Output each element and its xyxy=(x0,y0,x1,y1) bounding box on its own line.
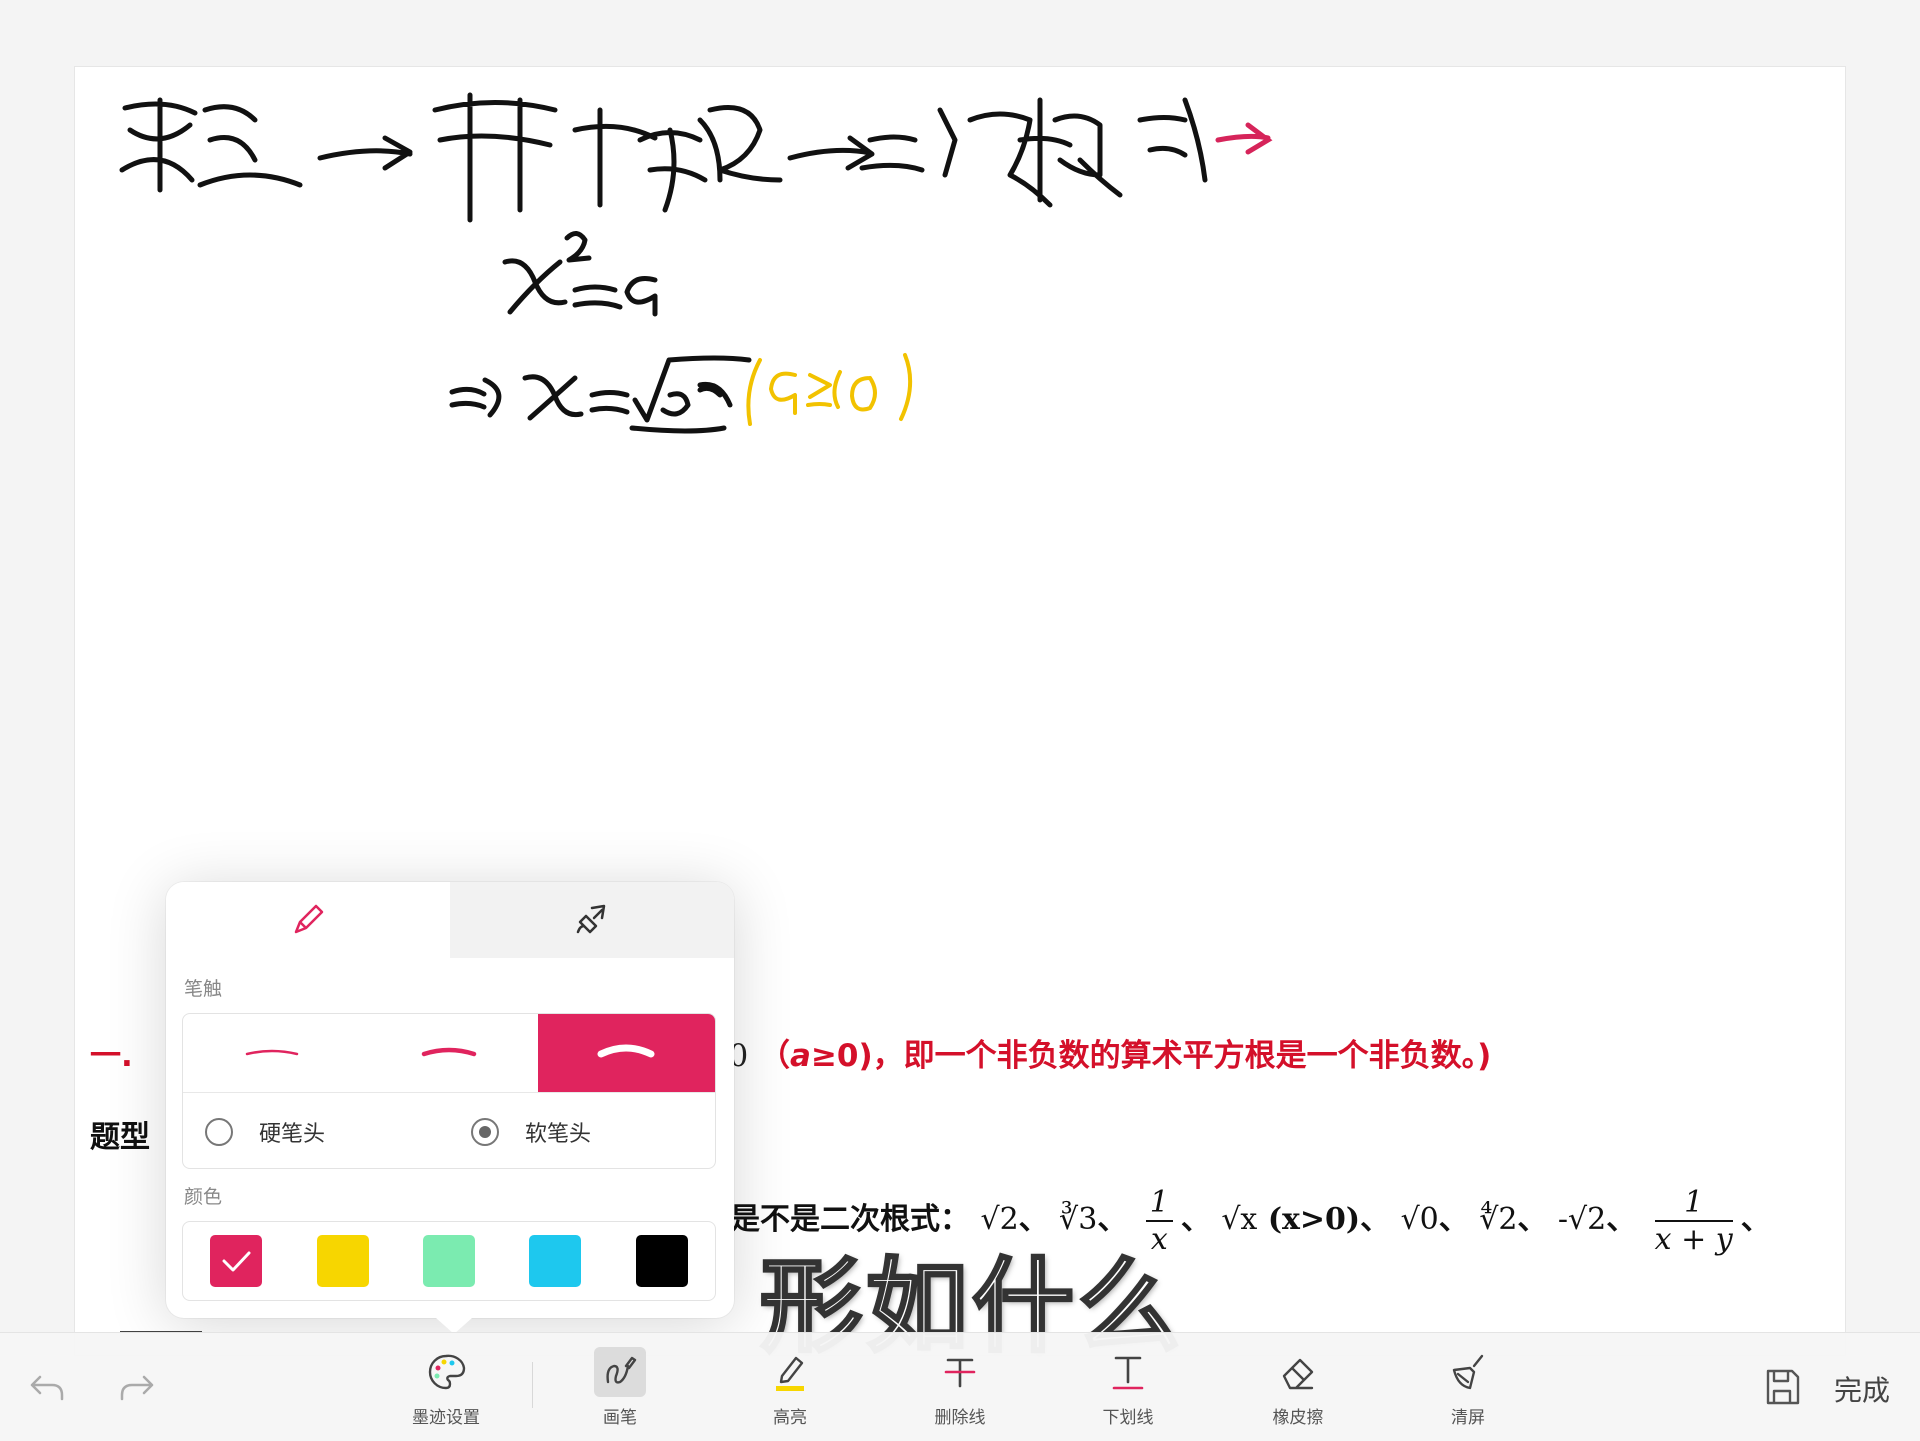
color-selector xyxy=(182,1221,716,1301)
redo-button[interactable] xyxy=(114,1333,158,1441)
done-button[interactable]: 完成 xyxy=(1834,1369,1890,1409)
clear-screen-label: 清屏 xyxy=(1451,1407,1485,1428)
strikethrough-button[interactable]: 删除线 xyxy=(934,1333,986,1441)
question-item-4rt2: ∜2 xyxy=(1479,1202,1518,1237)
pen-label: 画笔 xyxy=(603,1407,637,1428)
frac1-denominator: x xyxy=(1150,1222,1168,1257)
stroke-option-thick[interactable] xyxy=(537,1014,715,1092)
question-frac-1: 1x xyxy=(1145,1185,1173,1257)
highlight-button[interactable]: 高亮 xyxy=(764,1333,816,1441)
question-sep: 、 xyxy=(1438,1202,1469,1237)
color-swatch-cyan[interactable] xyxy=(529,1235,582,1287)
underline-label: 下划线 xyxy=(1102,1407,1154,1428)
question-sep: 、 xyxy=(1606,1202,1637,1237)
question-frac-2: 1x + y xyxy=(1654,1185,1733,1257)
ink-settings-popover: 笔触 硬笔头 软笔头 颜色 xyxy=(166,882,734,1334)
save-button[interactable] xyxy=(1760,1333,1804,1441)
question-line: 是不是二次根式： √2、 ∛3、 1 x、 √x (x>0)、 √0、 ∜2、 -… xyxy=(730,1185,1771,1257)
stroke-selector: 硬笔头 软笔头 xyxy=(182,1013,716,1169)
scribble-pen-icon xyxy=(594,1346,646,1397)
section-heading-2: 题型 xyxy=(90,1112,150,1156)
color-swatch-green[interactable] xyxy=(422,1235,475,1287)
strikethrough-label: 删除线 xyxy=(934,1407,986,1428)
undo-icon xyxy=(30,1375,64,1401)
question-item-sqrt2: √2 xyxy=(980,1202,1019,1237)
question-sep: 、 xyxy=(1517,1202,1548,1237)
clear-screen-button[interactable]: 清屏 xyxy=(1442,1333,1494,1441)
tab-brush[interactable] xyxy=(450,882,734,958)
question-sep: 、 xyxy=(1360,1202,1391,1237)
highlighter-icon xyxy=(764,1347,816,1397)
popover-tabs xyxy=(166,882,734,958)
underline-icon xyxy=(1102,1347,1154,1397)
checkmark-icon xyxy=(222,1251,251,1272)
tip-hard-option[interactable]: 硬笔头 xyxy=(183,1116,449,1148)
ink-settings-button[interactable]: 墨迹设置 xyxy=(412,1333,480,1441)
tab-pen[interactable] xyxy=(166,882,450,958)
question-lead: 是不是二次根式： xyxy=(730,1202,970,1237)
tip-soft-option[interactable]: 软笔头 xyxy=(449,1116,715,1148)
color-swatch-black[interactable] xyxy=(635,1235,688,1287)
stroke-option-thin[interactable] xyxy=(183,1014,360,1092)
ink-settings-label: 墨迹设置 xyxy=(412,1407,480,1428)
heading1-condition-open: （ xyxy=(759,1038,791,1074)
broom-icon xyxy=(1442,1347,1494,1397)
palette-icon xyxy=(420,1347,472,1397)
color-swatch-yellow[interactable] xyxy=(316,1235,369,1287)
question-sep: 、 xyxy=(1180,1202,1211,1237)
annotation-toolbar: 墨迹设置 画笔 高亮 删除线 下划线 橡皮擦 清屏 xyxy=(0,1332,1920,1441)
question-item-neg-sqrt2: -√2 xyxy=(1557,1202,1607,1237)
question-item-sqrt0: √0 xyxy=(1400,1202,1439,1237)
question-sep: 、 xyxy=(1740,1202,1771,1237)
underline-button[interactable]: 下划线 xyxy=(1102,1333,1154,1441)
save-icon xyxy=(1766,1369,1800,1405)
heading1-condition-rest: ≥0)，即一个非负数的算术平方根是一个非负数。) xyxy=(810,1038,1492,1074)
frac2-denominator: x + y xyxy=(1654,1222,1733,1257)
heading1-prefix: 一. xyxy=(90,1038,144,1074)
stroke-options xyxy=(183,1014,715,1093)
toolbar-divider xyxy=(532,1362,533,1408)
eraser-label: 橡皮擦 xyxy=(1272,1407,1324,1428)
frac2-numerator: 1 xyxy=(1654,1185,1733,1222)
heading2-text: 题型 xyxy=(90,1120,150,1155)
strikethrough-icon xyxy=(934,1347,986,1397)
stroke-label: 笔触 xyxy=(184,978,223,1000)
frac1-numerator: 1 xyxy=(1145,1185,1173,1222)
eraser-button[interactable]: 橡皮擦 xyxy=(1272,1333,1324,1441)
tip-hard-label: 硬笔头 xyxy=(259,1121,326,1147)
redo-icon xyxy=(120,1375,154,1401)
color-swatch-pink[interactable] xyxy=(210,1235,263,1287)
question-sep: 、 xyxy=(1097,1202,1128,1237)
stroke-medium-icon xyxy=(421,1047,477,1057)
question-item-cbrt3: ∛3 xyxy=(1059,1202,1098,1237)
pen-icon xyxy=(294,904,324,934)
question-item-sqrtx: √x xyxy=(1221,1202,1258,1237)
eraser-icon xyxy=(1272,1347,1324,1397)
tip-soft-radio[interactable] xyxy=(471,1117,499,1146)
brush-icon xyxy=(576,904,606,934)
pen-button[interactable]: 画笔 xyxy=(594,1333,646,1441)
heading1-condition-var: a xyxy=(790,1038,811,1074)
question-item-condition: (x>0) xyxy=(1267,1202,1361,1237)
question-sep: 、 xyxy=(1018,1202,1049,1237)
tip-hard-radio[interactable] xyxy=(205,1117,233,1146)
color-label: 颜色 xyxy=(184,1186,223,1208)
undo-button[interactable] xyxy=(26,1333,70,1441)
pen-tip-options: 硬笔头 软笔头 xyxy=(183,1093,715,1168)
stroke-thick-icon xyxy=(597,1044,655,1058)
stroke-thin-icon xyxy=(245,1049,298,1056)
highlight-label: 高亮 xyxy=(773,1407,807,1428)
tip-soft-label: 软笔头 xyxy=(525,1121,592,1147)
stroke-option-medium[interactable] xyxy=(360,1014,537,1092)
